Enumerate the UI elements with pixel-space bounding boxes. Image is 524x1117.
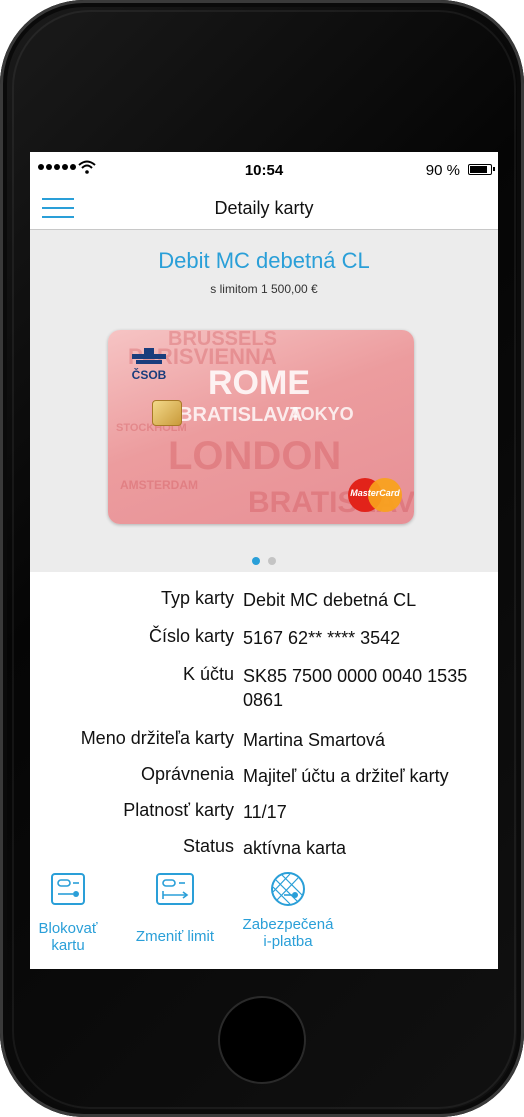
detail-value: SK85 7500 0000 0040 1535 0861 (243, 666, 468, 710)
card-carousel[interactable]: Debit MC debetná CL s limitom 1 500,00 €… (30, 230, 498, 572)
detail-label: Status (182, 836, 234, 856)
card-word: ROME (208, 364, 310, 402)
network-name: MasterCard (350, 488, 400, 498)
detail-value: aktívna karta (243, 838, 347, 858)
carousel-pager (30, 552, 498, 570)
detail-label: Platnosť karty (123, 800, 234, 820)
change-limit-icon (156, 873, 194, 905)
mastercard-logo: MasterCard (348, 478, 402, 512)
card-image[interactable]: BRUSSELS PARISVIENNA ROME BRATISLAVA TOK… (108, 330, 414, 524)
card-word: TOKYO (290, 404, 354, 424)
detail-value: Majiteľ účtu a držiteľ karty (243, 766, 449, 786)
page-title: Detaily karty (214, 198, 314, 218)
navigation-bar: Detaily karty (30, 188, 498, 230)
block-card-button[interactable]: Blokovať kartu (38, 870, 98, 954)
action-label-line1: Blokovať (38, 920, 98, 937)
phone-frame: 10:54 90 % Detaily karty Debit MC debetn… (0, 0, 524, 1117)
action-label-line2: i-platba (263, 933, 313, 950)
pager-dot[interactable] (268, 557, 276, 565)
detail-label: Číslo karty (148, 626, 234, 646)
card-limit-text: s limitom 1 500,00 € (210, 282, 318, 296)
pager-dot[interactable] (252, 557, 260, 565)
detail-value: 5167 62** **** 3542 (243, 628, 401, 648)
card-name-title: Debit MC debetná CL (158, 248, 370, 273)
bank-logo: ČSOB (124, 346, 174, 384)
detail-label: K účtu (182, 664, 234, 684)
card-word: AMSTERDAM (120, 478, 198, 492)
card-word: LONDON (168, 434, 342, 478)
change-limit-button[interactable]: Zmeniť limit (120, 870, 230, 945)
action-label-line1: Zmeniť limit (135, 928, 215, 945)
detail-label: Oprávnenia (140, 764, 234, 784)
block-card-icon (51, 873, 85, 905)
detail-value: Debit MC debetná CL (243, 590, 417, 610)
detail-label: Typ karty (160, 588, 234, 608)
detail-label: Meno držiteľa karty (80, 728, 234, 748)
card-actions: Blokovať kartu Zmeniť limit Zabezpečená … (30, 870, 498, 969)
action-label-line2: kartu (51, 937, 85, 954)
battery-icon (468, 164, 495, 175)
action-label-line1: Zabezpečená (242, 916, 334, 933)
bank-logo-icon (132, 348, 166, 364)
detail-value: 11/17 (243, 802, 287, 822)
card-word: BRATISLAVA (178, 404, 303, 426)
secure-payment-icon (271, 872, 305, 906)
battery-percentage: 90 % (425, 162, 460, 179)
detail-value: Martina Smartová (243, 730, 386, 750)
card-chip (152, 400, 182, 426)
bank-name: ČSOB (131, 368, 167, 382)
home-button[interactable] (218, 996, 306, 1084)
battery-fill (470, 166, 487, 173)
screen: 10:54 90 % Detaily karty Debit MC debetn… (30, 152, 498, 969)
secure-payment-button[interactable]: Zabezpečená i-platba (236, 870, 340, 950)
status-bar: 10:54 90 % (30, 152, 498, 188)
